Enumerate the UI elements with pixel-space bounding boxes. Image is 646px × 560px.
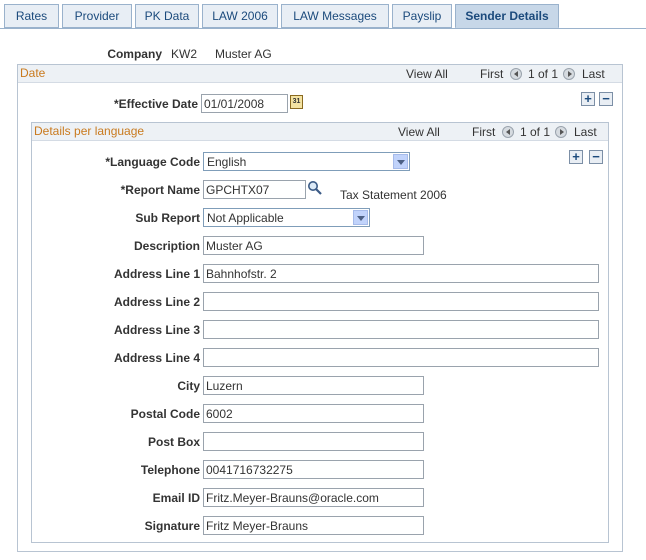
company-label: Company — [107, 47, 162, 61]
lookup-icon[interactable] — [307, 180, 323, 196]
tab-label: LAW 2006 — [212, 9, 268, 23]
date-range: 1 of 1 — [528, 67, 559, 81]
signature-label: Signature — [144, 519, 200, 533]
date-section-header: Date View All First 1 of 1 Last — [18, 65, 622, 83]
view-all-link[interactable]: View All — [398, 125, 440, 139]
effective-date-label: *Effective Date — [113, 97, 198, 111]
tab-payslip[interactable]: Payslip — [392, 4, 452, 28]
nav-first[interactable]: First — [480, 67, 503, 81]
chevron-down-icon — [393, 154, 408, 169]
add-row-icon[interactable]: + — [569, 150, 583, 164]
add-row-icon[interactable]: + — [581, 92, 595, 106]
delete-row-icon[interactable]: − — [599, 92, 613, 106]
description-field[interactable]: Muster AG — [203, 236, 424, 255]
tab-label: Sender Details — [465, 9, 549, 23]
delete-row-icon[interactable]: − — [589, 150, 603, 164]
language-code-value: English — [207, 155, 247, 169]
tab-provider[interactable]: Provider — [62, 4, 132, 28]
prev-icon[interactable] — [510, 67, 522, 81]
language-section-title: Details per language — [34, 124, 145, 138]
description-label: Description — [133, 239, 200, 253]
address-line-3-field[interactable] — [203, 320, 599, 339]
tab-pk-data[interactable]: PK Data — [135, 4, 199, 28]
next-icon[interactable] — [555, 125, 567, 139]
date-section-title: Date — [20, 66, 46, 80]
tab-label: Provider — [74, 9, 120, 23]
nav-last[interactable]: Last — [582, 67, 605, 81]
address-line-1-field[interactable]: Bahnhofstr. 2 — [203, 264, 599, 283]
calendar-icon[interactable]: 31 — [290, 95, 303, 109]
prev-icon[interactable] — [502, 125, 514, 139]
city-field[interactable]: Luzern — [203, 376, 424, 395]
postal-code-label: Postal Code — [130, 407, 200, 421]
effective-date-field[interactable]: 01/01/2008 — [201, 94, 288, 113]
tab-label: Payslip — [402, 9, 442, 23]
sub-report-value: Not Applicable — [207, 211, 284, 225]
language-section-header: Details per language View All First 1 of… — [32, 123, 608, 141]
language-code-label: *Language Code — [105, 155, 200, 169]
chevron-down-icon — [353, 210, 368, 225]
tab-label: Rates — [15, 9, 48, 23]
language-code-select[interactable]: English — [203, 152, 410, 171]
address-line-1-label: Address Line 1 — [113, 267, 200, 281]
company-code: KW2 — [171, 47, 198, 61]
tab-label: LAW Messages — [293, 9, 377, 23]
email-field[interactable]: Fritz.Meyer-Brauns@oracle.com — [203, 488, 424, 507]
report-description: Tax Statement 2006 — [340, 188, 447, 202]
postal-code-field[interactable]: 6002 — [203, 404, 424, 423]
next-icon[interactable] — [563, 67, 575, 81]
address-line-3-label: Address Line 3 — [113, 323, 200, 337]
post-box-label: Post Box — [147, 435, 200, 449]
city-label: City — [177, 379, 200, 393]
address-line-4-field[interactable] — [203, 348, 599, 367]
tab-law-2006[interactable]: LAW 2006 — [202, 4, 278, 28]
view-all-link[interactable]: View All — [406, 67, 448, 81]
post-box-field[interactable] — [203, 432, 424, 451]
report-name-label: *Report Name — [120, 183, 200, 197]
address-line-4-label: Address Line 4 — [113, 351, 200, 365]
address-line-2-field[interactable] — [203, 292, 599, 311]
nav-last[interactable]: Last — [574, 125, 597, 139]
sub-report-label: Sub Report — [135, 211, 200, 225]
tab-rates[interactable]: Rates — [4, 4, 59, 28]
tab-sender-details[interactable]: Sender Details — [455, 4, 559, 28]
tab-law-messages[interactable]: LAW Messages — [281, 4, 389, 28]
email-label: Email ID — [152, 491, 200, 505]
lang-range: 1 of 1 — [520, 125, 551, 139]
sub-report-select[interactable]: Not Applicable — [203, 208, 370, 227]
tab-label: PK Data — [144, 9, 190, 23]
telephone-field[interactable]: 0041716732275 — [203, 460, 424, 479]
tab-divider — [0, 28, 646, 29]
report-name-field[interactable]: GPCHTX07 — [203, 180, 306, 199]
address-line-2-label: Address Line 2 — [113, 295, 200, 309]
signature-field[interactable]: Fritz Meyer-Brauns — [203, 516, 424, 535]
nav-first[interactable]: First — [472, 125, 495, 139]
company-name: Muster AG — [215, 47, 272, 61]
telephone-label: Telephone — [140, 463, 200, 477]
